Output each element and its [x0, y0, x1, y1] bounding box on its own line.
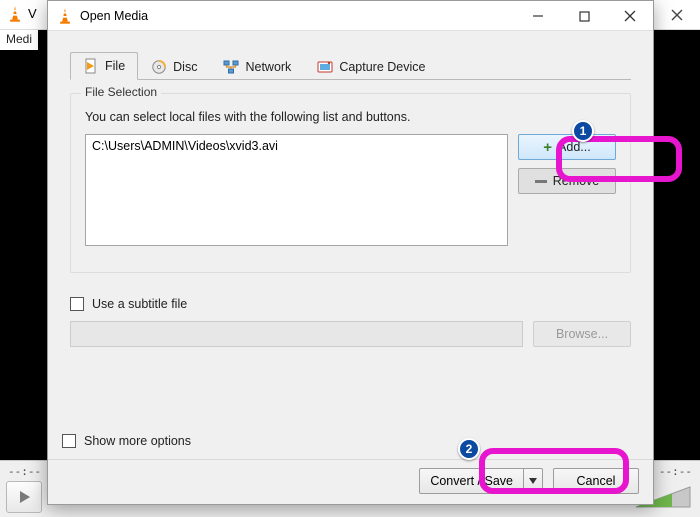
tab-disc[interactable]: Disc [138, 52, 210, 80]
bg-close-button[interactable] [654, 0, 700, 30]
vlc-cone-icon [58, 7, 72, 25]
tab-strip: File Disc Network Capture Device [70, 51, 631, 79]
plus-icon: + [543, 140, 552, 155]
tab-network[interactable]: Network [210, 52, 304, 80]
subtitle-section: Use a subtitle file Browse... [70, 297, 631, 347]
footer-separator [48, 459, 653, 460]
bg-play-button[interactable] [6, 481, 42, 513]
file-selection-label: File Selection [81, 85, 161, 99]
open-media-dialog: Open Media File [47, 0, 654, 505]
subtitle-checkbox[interactable] [70, 297, 84, 311]
chevron-down-icon [529, 478, 537, 484]
file-selection-hint: You can select local files with the foll… [85, 110, 616, 124]
convert-save-button[interactable]: Convert / Save [419, 468, 523, 494]
dialog-footer: Convert / Save Cancel [419, 468, 639, 494]
subtitle-path-input [70, 321, 523, 347]
minus-icon [535, 180, 547, 183]
tab-network-label: Network [245, 60, 291, 74]
network-icon [223, 59, 239, 75]
convert-save-label: Convert / Save [430, 474, 513, 488]
browse-button-label: Browse... [556, 327, 608, 341]
capture-icon [317, 59, 333, 75]
bg-time-right: --:-- [659, 465, 692, 478]
remove-button[interactable]: Remove [518, 168, 616, 194]
maximize-button[interactable] [561, 1, 607, 31]
subtitle-checkbox-label: Use a subtitle file [92, 297, 187, 311]
show-more-label: Show more options [84, 434, 191, 448]
show-more-options-row[interactable]: Show more options [62, 434, 191, 448]
disc-icon [151, 59, 167, 75]
close-button[interactable] [607, 1, 653, 31]
bg-time-left: --:-- [8, 465, 41, 478]
dialog-title: Open Media [80, 9, 148, 23]
tab-capture-label: Capture Device [339, 60, 425, 74]
dialog-titlebar[interactable]: Open Media [48, 1, 653, 31]
browse-button: Browse... [533, 321, 631, 347]
tab-disc-label: Disc [173, 60, 197, 74]
show-more-checkbox[interactable] [62, 434, 76, 448]
vlc-cone-icon [8, 5, 22, 23]
bg-menu-fragment: Medi [0, 30, 38, 50]
minimize-button[interactable] [515, 1, 561, 31]
file-selection-group: File Selection You can select local file… [70, 93, 631, 273]
bg-title-fragment: V [28, 6, 37, 21]
add-button-label: Add... [558, 140, 591, 154]
tab-file-label: File [105, 59, 125, 73]
file-list[interactable]: C:\Users\ADMIN\Videos\xvid3.avi [85, 134, 508, 246]
convert-save-dropdown[interactable] [523, 468, 543, 494]
cancel-button[interactable]: Cancel [553, 468, 639, 494]
file-list-item[interactable]: C:\Users\ADMIN\Videos\xvid3.avi [92, 139, 501, 153]
subtitle-checkbox-row[interactable]: Use a subtitle file [70, 297, 631, 311]
file-icon [83, 58, 99, 74]
convert-save-split-button[interactable]: Convert / Save [419, 468, 543, 494]
tab-file[interactable]: File [70, 52, 138, 80]
tab-capture[interactable]: Capture Device [304, 52, 438, 80]
remove-button-label: Remove [553, 174, 600, 188]
cancel-button-label: Cancel [577, 474, 616, 488]
add-button[interactable]: + Add... [518, 134, 616, 160]
